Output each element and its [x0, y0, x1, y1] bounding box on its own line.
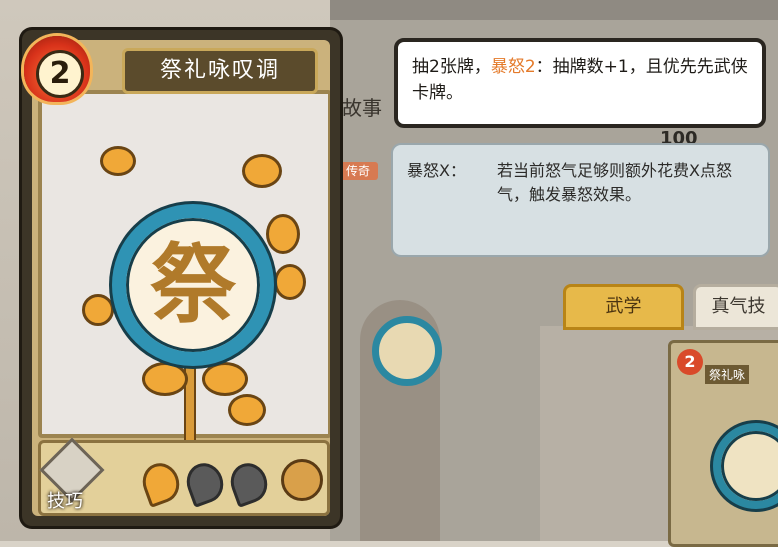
card-type-label: 技巧	[47, 491, 83, 512]
ornament-leaf	[142, 362, 188, 396]
background-legend-badge: 传奇	[338, 162, 378, 180]
card-bottom-bar: 技巧	[38, 437, 330, 516]
card-cost-badge: 2	[24, 36, 90, 102]
ornament-leaf	[202, 362, 248, 396]
small-card-emblem	[713, 423, 778, 509]
ornament-leaf	[228, 394, 266, 426]
ornament-leaf	[82, 294, 114, 326]
background-emblem	[372, 316, 442, 386]
tab-qi-skill[interactable]: 真气技	[693, 284, 778, 330]
rage-pip-filled-icon	[137, 458, 185, 508]
ornament-leaf	[266, 214, 300, 254]
emblem-glyph: 祭	[150, 234, 236, 335]
keyword-explanation-tooltip: 暴怒X： 若当前怒气足够则额外花费X点怒气，触发暴怒效果。	[391, 143, 770, 257]
card-detail[interactable]: 祭 祭礼咏叹调 技巧 2	[22, 30, 340, 526]
keyword-description: 若当前怒气足够则额外花费X点怒气，触发暴怒效果。	[497, 161, 732, 204]
keyword-term: 暴怒X：	[407, 161, 466, 180]
background-topbar	[330, 0, 778, 20]
effect-text-part1: 抽2张牌，	[412, 57, 491, 77]
card-frame: 祭 祭礼咏叹调 技巧	[32, 40, 330, 516]
ornament-leaf	[100, 146, 136, 176]
effect-keyword-highlight: 暴怒2	[490, 57, 536, 77]
small-card-title: 祭礼咏	[705, 365, 750, 384]
rage-pip-empty-icon	[181, 458, 229, 508]
ornament-leaf	[274, 264, 306, 300]
card-title: 祭礼咏叹调	[159, 58, 280, 83]
card-title-plate: 祭礼咏叹调	[122, 48, 318, 94]
ornament-leaf	[242, 154, 282, 188]
background-small-card[interactable]: 2 祭礼咏	[668, 340, 778, 547]
seal-icon	[281, 459, 323, 501]
card-cost-value: 2	[49, 56, 71, 91]
small-card-cost: 2	[677, 349, 703, 375]
tab-martial-arts[interactable]: 武学	[563, 284, 684, 330]
emblem-ring: 祭	[112, 204, 274, 366]
background-story-label: 故事	[342, 96, 382, 120]
card-art: 祭	[38, 90, 330, 508]
card-effect-tooltip: 抽2张牌，暴怒2：抽牌数+1，且优先先武侠卡牌。	[394, 38, 766, 128]
rage-pip-empty-icon	[225, 458, 273, 508]
